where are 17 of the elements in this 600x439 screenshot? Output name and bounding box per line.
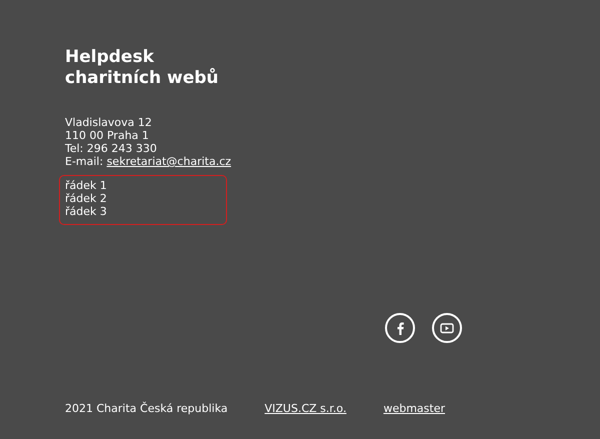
text-line: řádek 2 (65, 192, 107, 205)
email-label: E-mail: (65, 155, 104, 168)
email-link[interactable]: sekretariat@charita.cz (106, 155, 232, 168)
copyright-text: 2021 Charita Česká republika (65, 402, 228, 415)
site-title: Helpdesk (65, 47, 155, 68)
address-line: Vladislavova 12 (65, 116, 153, 129)
facebook-icon (396, 322, 404, 334)
youtube-button[interactable] (432, 313, 462, 343)
site-title: charitních webů (65, 68, 220, 89)
text-line: řádek 1 (65, 179, 107, 192)
footer-link[interactable]: webmaster (383, 402, 445, 415)
address-line: 110 00 Praha 1 (65, 129, 150, 142)
text-line: řádek 3 (65, 205, 107, 218)
footer-link[interactable]: VIZUS.CZ s.r.o. (264, 402, 346, 415)
facebook-button[interactable] (385, 313, 415, 343)
address-line: Tel: 296 243 330 (65, 142, 158, 155)
video-play-icon (440, 322, 454, 334)
